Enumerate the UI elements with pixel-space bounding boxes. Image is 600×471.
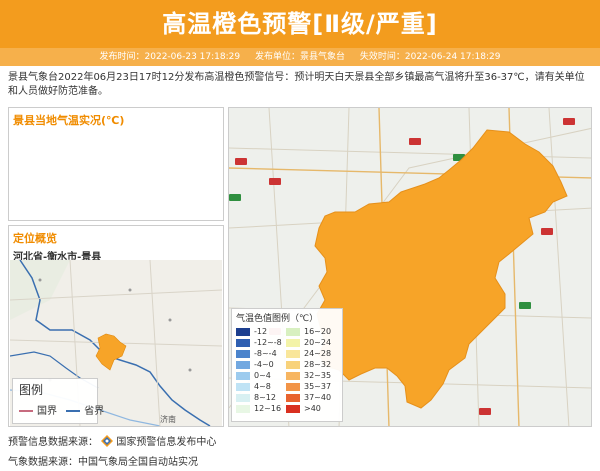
publisher: 发布单位：景县气象台 xyxy=(254,52,345,62)
legend-label: 35~37 xyxy=(304,382,332,391)
legend-label: 20~24 xyxy=(304,338,332,347)
temperature-panel: 景县当地气温实况(℃) xyxy=(8,107,224,221)
legend-label: 16~20 xyxy=(304,327,332,336)
temperature-legend: 气温色值图例（℃） -12 -12~-8 -8~-4 -4~0 0~4 4~8 8~12 12… xyxy=(231,308,343,422)
weather-source: 气象数据来源：中国气象局全国自动站实况 xyxy=(8,457,198,468)
legend-color-swatch xyxy=(286,404,300,413)
legend-label: 37~40 xyxy=(304,393,332,402)
legend-row: -4~0 xyxy=(236,359,286,370)
legend-row: -12 xyxy=(236,326,286,337)
legend-row: 12~16 xyxy=(236,403,286,414)
city-label-jinan: 济南 xyxy=(160,415,176,424)
legend-row: -12~-8 xyxy=(236,337,286,348)
legend-color-swatch xyxy=(236,382,250,391)
legend-color-swatch xyxy=(286,382,300,391)
legend-row: 32~35 xyxy=(286,370,340,381)
legend-color-swatch xyxy=(236,338,250,347)
warning-title: 高温橙色预警[Ⅱ级/严重] xyxy=(162,10,438,38)
legend-label: 32~35 xyxy=(304,371,332,380)
legend-label: -4~0 xyxy=(254,360,274,369)
legend-color-swatch xyxy=(236,360,250,369)
legend-label: -8~-4 xyxy=(254,349,277,358)
legend-row: >40 xyxy=(286,403,340,414)
legend-color-swatch xyxy=(286,327,300,336)
legend-row: 4~8 xyxy=(236,381,286,392)
warning-center-logo-icon xyxy=(101,434,114,450)
overview-legend: 图例 国界 省界 xyxy=(12,378,104,424)
location-panel: 定位概览 河北省-衡水市-景县 济南 图例 国界 省界 xyxy=(8,225,224,427)
legend-row: -8~-4 xyxy=(236,348,286,359)
legend-color-swatch xyxy=(236,327,250,336)
legend-color-swatch xyxy=(236,393,250,402)
legend-color-swatch xyxy=(286,360,300,369)
legend-province-border: 省界 xyxy=(84,406,105,417)
legend-label: 12~16 xyxy=(254,404,282,413)
legend-row: 8~12 xyxy=(236,392,286,403)
legend-color-swatch xyxy=(236,371,250,380)
province-border-swatch xyxy=(66,410,81,412)
publish-time: 发布时间：2022-06-23 17:18:29 xyxy=(99,52,241,62)
legend-label: 8~12 xyxy=(254,393,276,402)
legend-row: 28~32 xyxy=(286,359,340,370)
legend-color-swatch xyxy=(286,393,300,402)
legend-label: 24~28 xyxy=(304,349,332,358)
main-map[interactable]: 气温色值图例（℃） -12 -12~-8 -8~-4 -4~0 0~4 4~8 8~12 12… xyxy=(228,107,592,427)
warning-source-label: 预警信息数据来源： xyxy=(8,437,98,448)
warning-info-bar: 发布时间：2022-06-23 17:18:29 发布单位：景县气象台 失效时间… xyxy=(0,48,600,66)
legend-color-swatch xyxy=(286,338,300,347)
legend-row: 37~40 xyxy=(286,392,340,403)
warning-description: 景县气象台2022年06月23日17时12分发布高温橙色预警信号：预计明天白天景… xyxy=(8,72,585,97)
legend-row: 24~28 xyxy=(286,348,340,359)
legend-label: 4~8 xyxy=(254,382,271,391)
legend-label: -12~-8 xyxy=(254,338,282,347)
legend-row: 20~24 xyxy=(286,337,340,348)
legend-label: >40 xyxy=(304,404,321,413)
legend-color-swatch xyxy=(286,371,300,380)
legend-color-swatch xyxy=(286,349,300,358)
warning-source: 预警信息数据来源： 国家预警信息发布中心 xyxy=(8,433,216,450)
temperature-legend-title: 气温色值图例（℃） xyxy=(236,314,319,324)
legend-label: 0~4 xyxy=(254,371,271,380)
location-panel-title: 定位概览 xyxy=(13,232,57,245)
legend-color-swatch xyxy=(236,404,250,413)
legend-row: 35~37 xyxy=(286,381,340,392)
legend-label: -12 xyxy=(254,327,268,336)
legend-row: 16~20 xyxy=(286,326,340,337)
temperature-panel-title: 景县当地气温实况(℃) xyxy=(13,114,125,127)
national-border-swatch xyxy=(19,410,33,412)
expire-time: 失效时间：2022-06-24 17:18:29 xyxy=(359,52,501,62)
legend-row: 0~4 xyxy=(236,370,286,381)
overview-legend-title: 图例 xyxy=(19,383,44,397)
legend-national-border: 国界 xyxy=(37,406,57,417)
warning-title-banner: 高温橙色预警[Ⅱ级/严重] xyxy=(0,0,600,48)
legend-label: 28~32 xyxy=(304,360,332,369)
overview-map[interactable]: 济南 图例 国界 省界 xyxy=(10,260,222,426)
warning-source-org: 国家预警信息发布中心 xyxy=(116,437,217,448)
legend-color-swatch xyxy=(236,349,250,358)
